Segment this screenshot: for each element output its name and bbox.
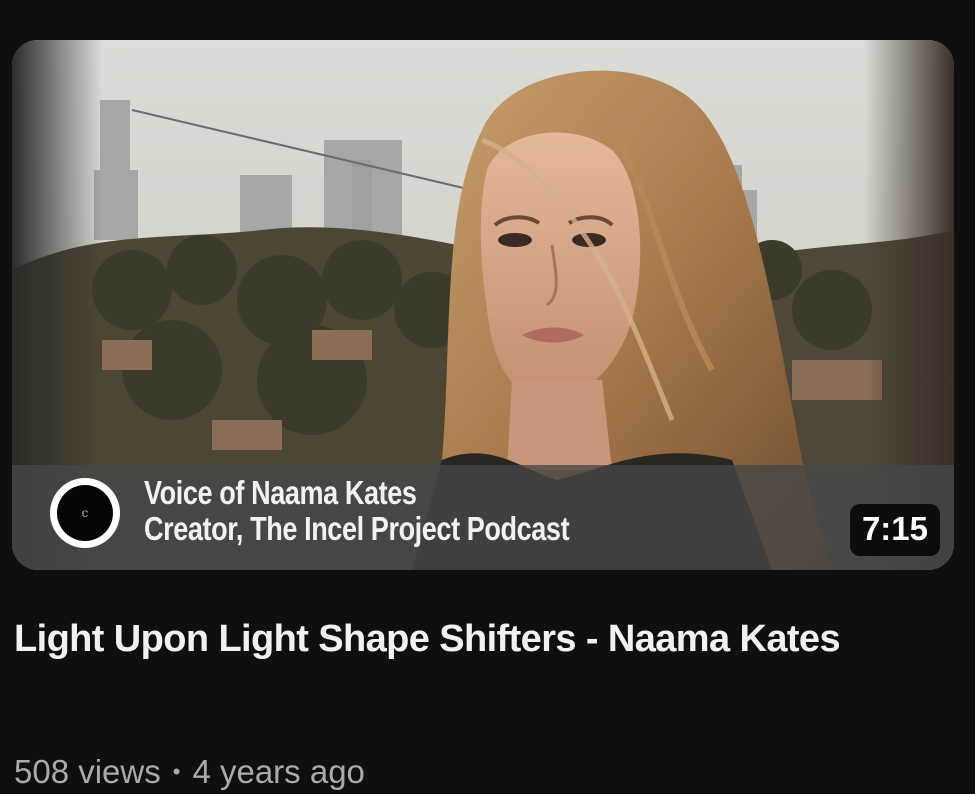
video-title[interactable]: Light Upon Light Shape Shifters - Naama … <box>14 610 914 668</box>
upload-age: 4 years ago <box>192 753 365 790</box>
duration-badge: 7:15 <box>849 504 940 556</box>
video-card[interactable]: c Voice of Naama Kates Creator, The Ince… <box>0 0 975 794</box>
thumbnail-caption: Voice of Naama Kates Creator, The Incel … <box>144 474 570 547</box>
channel-logo-letter: c <box>57 485 113 541</box>
meta-separator: • <box>172 759 181 784</box>
video-thumbnail[interactable]: c Voice of Naama Kates Creator, The Ince… <box>12 40 954 570</box>
channel-logo-icon: c <box>50 478 120 548</box>
video-metadata: 508 views • 4 years ago <box>14 752 365 792</box>
view-count: 508 views <box>14 753 161 790</box>
caption-line-1: Voice of Naama Kates <box>144 474 417 511</box>
caption-line-2: Creator, The Incel Project Podcast <box>144 510 570 547</box>
